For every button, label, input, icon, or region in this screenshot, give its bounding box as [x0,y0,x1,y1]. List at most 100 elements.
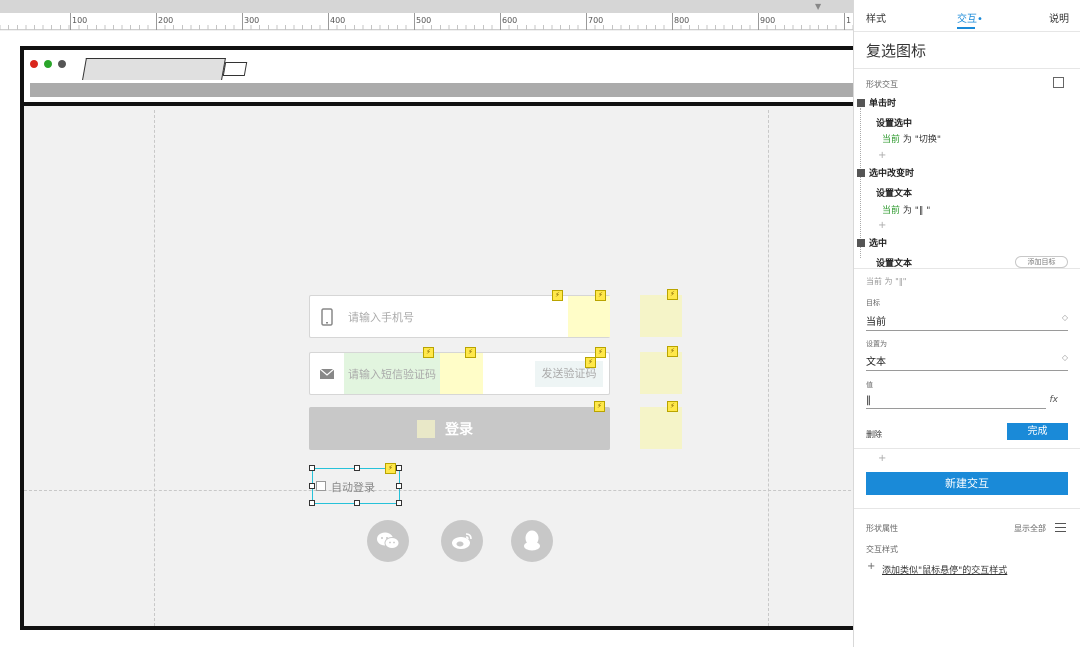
browser-mockup[interactable]: 请输入手机号 ⚡ ⚡ 请输入短信验证码 发送验证码 ⚡ ⚡ ⚡ ⚡ 登录 ⚡ ⚡… [20,46,880,630]
lightning-icon[interactable]: ⚡ [465,347,476,358]
auto-login-checkbox[interactable]: 自动登录 ⚡ [309,463,402,506]
lightning-icon[interactable]: ⚡ [667,289,678,300]
ruler-label: 700 [588,16,604,25]
ruler-label: 1 [846,16,852,25]
target-select[interactable]: 当前 ◇ [866,313,1068,331]
show-all-link[interactable]: 显示全部 [1014,523,1046,534]
resize-handle[interactable] [354,465,360,471]
fx-function-icon[interactable]: fx [1050,395,1059,405]
guide-line-vertical [768,110,769,626]
weibo-icon[interactable] [441,520,483,562]
app-window: ▼ 100 200 300 400 500 600 700 800 900 1 [0,0,1080,647]
divider [854,268,1080,269]
maximize-dot-icon [44,60,52,68]
address-bar [30,83,870,97]
phone-input[interactable]: 请输入手机号 ⚡ ⚡ [309,290,610,338]
divider [854,31,1080,32]
action-detail: 当前 为 "切换" [882,135,942,145]
add-action-icon[interactable]: + [878,220,886,231]
auto-login-label: 自动登录 [331,481,375,494]
side-hotspot[interactable]: ⚡ [640,346,682,394]
ruler-scroll-strip [0,0,853,13]
delete-link[interactable]: 删除 [866,429,882,440]
add-hover-style-link[interactable]: 添加类似"鼠标悬停"的交互样式 [882,563,1007,576]
section-label: 形状交互 [866,80,898,89]
tab-interaction[interactable]: 交互• [957,10,983,25]
panel-tabs: 样式 交互• 说明 [854,0,1080,32]
ruler-label: 800 [674,16,690,25]
side-hotspot[interactable]: ⚡ [640,289,682,337]
shape-props-label: 形状属性 [866,524,898,533]
envelope-icon [319,365,335,383]
divider [854,448,1080,449]
design-canvas[interactable]: 请输入手机号 ⚡ ⚡ 请输入短信验证码 发送验证码 ⚡ ⚡ ⚡ ⚡ 登录 ⚡ ⚡… [0,31,880,647]
lightning-icon[interactable]: ⚡ [423,347,434,358]
browser-chrome [24,50,876,106]
guide-line-horizontal [24,490,876,491]
side-hotspot[interactable]: ⚡ [640,401,682,449]
lightning-icon[interactable]: ⚡ [595,347,606,358]
resize-handle[interactable] [354,500,360,506]
resize-handle[interactable] [396,465,402,471]
lightning-icon[interactable]: ⚡ [585,357,596,368]
browser-tab [82,58,226,80]
value-label: 值 [866,381,873,389]
sms-placeholder: 请输入短信验证码 [348,368,436,381]
add-action-icon[interactable]: + [878,150,886,161]
action-item[interactable]: 设置文本 [876,186,912,199]
ruler-label: 100 [72,16,88,25]
interaction-highlight [440,353,483,394]
qq-icon[interactable] [511,520,553,562]
ruler-label: 900 [760,16,776,25]
divider [854,508,1080,509]
add-target-button[interactable]: 添加目标 [1015,256,1068,268]
panel-title: 复选图标 [866,42,927,60]
sms-code-input[interactable]: 请输入短信验证码 发送验证码 ⚡ ⚡ ⚡ ⚡ [309,347,610,395]
divider [854,68,1080,69]
lightning-icon[interactable]: ⚡ [385,463,396,474]
phone-placeholder: 请输入手机号 [348,311,414,324]
guide-line-vertical [154,110,155,626]
mobile-phone-icon [320,308,334,326]
lightning-icon[interactable]: ⚡ [594,401,605,412]
resize-handle[interactable] [309,500,315,506]
add-event-icon[interactable]: + [878,453,886,464]
ruler-label: 200 [158,16,174,25]
done-button[interactable]: 完成 [1007,423,1068,440]
resize-handle[interactable] [396,483,402,489]
lightning-icon[interactable]: ⚡ [667,401,678,412]
login-icon-placeholder [417,420,435,438]
dropdown-arrow-icon[interactable]: ▼ [815,2,821,11]
ruler-label: 600 [502,16,518,25]
resize-handle[interactable] [309,483,315,489]
value-input[interactable]: ‖ fx [866,395,1058,409]
resize-handle[interactable] [309,465,315,471]
lightning-icon[interactable]: ⚡ [667,346,678,357]
select-arrows-icon: ◇ [1061,313,1068,322]
ruler-label: 500 [416,16,432,25]
checkbox-icon[interactable] [316,481,326,491]
event-node[interactable]: 单击时 [857,96,896,109]
resize-handle[interactable] [396,500,402,506]
minimize-dot-icon [58,60,66,68]
active-tab-indicator [957,27,975,29]
interaction-highlight [568,296,610,337]
add-style-icon[interactable]: + [867,561,875,572]
setas-label: 设置为 [866,340,887,348]
menu-icon[interactable] [1055,523,1066,532]
lightning-icon[interactable]: ⚡ [595,290,606,301]
setas-select[interactable]: 文本 ◇ [866,353,1068,371]
target-label: 目标 [866,299,880,307]
event-node[interactable]: 选中 [857,236,887,249]
login-button[interactable]: 登录 ⚡ [309,401,610,450]
tab-notes[interactable]: 说明 [1049,10,1069,25]
event-node[interactable]: 选中改变时 [857,166,914,179]
select-arrows-icon: ◇ [1061,353,1068,362]
tab-style[interactable]: 样式 [866,10,886,25]
horizontal-ruler: ▼ 100 200 300 400 500 600 700 800 900 1 [0,0,853,30]
wechat-icon[interactable] [367,520,409,562]
lightning-icon[interactable]: ⚡ [552,290,563,301]
action-item[interactable]: 设置选中 [876,116,912,129]
expand-dialog-icon[interactable] [1053,77,1064,88]
new-interaction-button[interactable]: 新建交互 [866,472,1068,495]
